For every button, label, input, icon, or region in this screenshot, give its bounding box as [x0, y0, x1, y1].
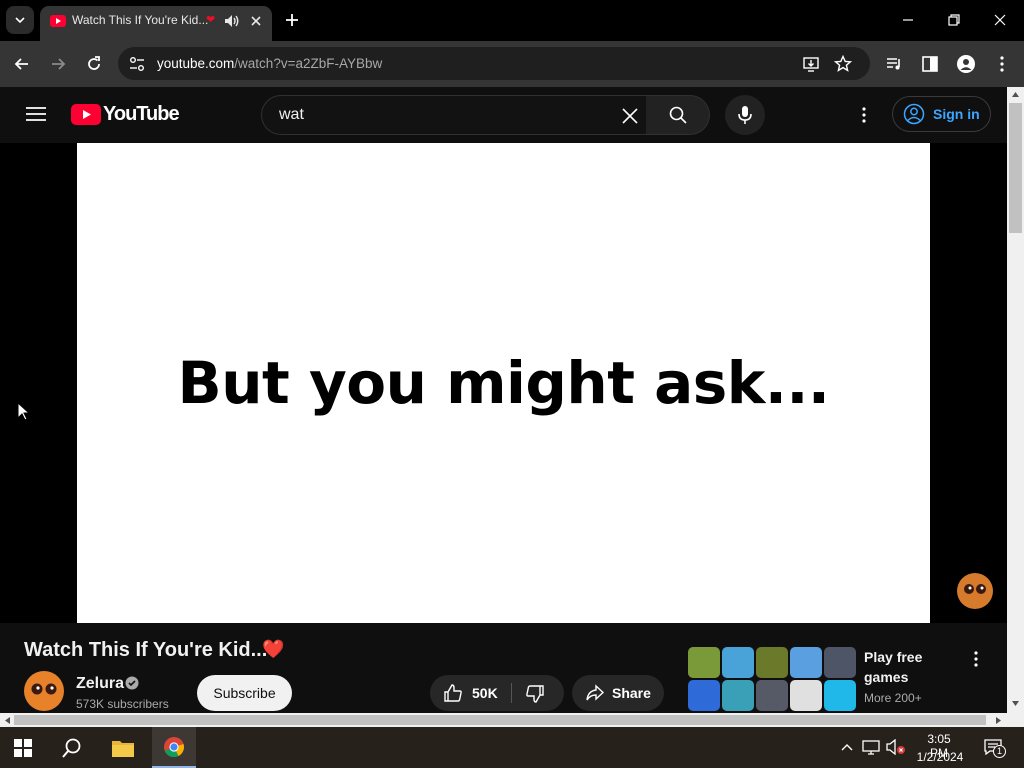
forward-arrow-icon[interactable]: [48, 54, 68, 74]
clear-search-icon[interactable]: [620, 106, 640, 126]
new-tab-plus-icon[interactable]: [282, 10, 302, 30]
url-text[interactable]: youtube.com/watch?v=a2ZbF-AYBbw: [157, 56, 382, 71]
games-promo-subtitle: More 200+: [864, 691, 922, 705]
url-host: youtube.com: [157, 56, 235, 71]
tab-strip: Watch This If You're Kid... ❤: [0, 0, 1024, 41]
windows-taskbar: 3:05 PM 1/2/2024 1: [0, 727, 1024, 768]
games-promo-thumbnails[interactable]: [688, 647, 856, 713]
game-tile-icon: [824, 647, 856, 678]
mouse-cursor-icon: [17, 402, 31, 421]
emoji-face-icon: [958, 574, 992, 608]
close-tab-icon[interactable]: [249, 14, 263, 28]
game-tile-icon: [688, 647, 720, 678]
file-explorer-icon[interactable]: [111, 738, 135, 758]
game-tile-icon: [722, 647, 754, 678]
close-window-icon[interactable]: [990, 10, 1010, 30]
subscribe-button[interactable]: Subscribe: [197, 675, 292, 711]
game-tile-icon: [790, 647, 822, 678]
games-promo-title[interactable]: Play free games: [864, 647, 944, 687]
install-app-icon[interactable]: [802, 55, 820, 73]
game-tile-icon: [722, 680, 754, 711]
volume-muted-icon[interactable]: [886, 739, 906, 755]
search-input-value[interactable]: wat: [279, 106, 304, 124]
search-button[interactable]: [646, 95, 710, 135]
hamburger-menu-icon[interactable]: [26, 105, 46, 123]
like-count[interactable]: 50K: [472, 685, 498, 701]
account-circle-icon: [903, 103, 925, 125]
chevron-down-icon: [15, 17, 25, 24]
site-settings-icon[interactable]: [128, 55, 146, 73]
video-frame-text: But you might ask...: [177, 349, 830, 417]
sign-in-label: Sign in: [933, 106, 980, 122]
vertical-scrollbar[interactable]: [1007, 87, 1024, 713]
chrome-taskbar-button[interactable]: [152, 727, 196, 768]
game-tile-icon: [790, 680, 822, 711]
thumbs-down-icon[interactable]: [525, 684, 545, 704]
chrome-icon: [164, 736, 184, 757]
youtube-page: YouTube wat Sign in But you might ask...…: [0, 87, 1007, 713]
channel-name[interactable]: Zelura: [76, 675, 124, 693]
media-controls-icon[interactable]: [884, 54, 904, 74]
game-tile-icon: [756, 680, 788, 711]
search-input[interactable]: wat: [261, 95, 647, 135]
settings-more-icon[interactable]: [854, 105, 874, 125]
profile-icon[interactable]: [956, 54, 976, 74]
microphone-icon: [738, 106, 752, 124]
tab-search-button[interactable]: [6, 6, 34, 34]
chrome-menu-icon[interactable]: [992, 54, 1012, 74]
search-icon: [669, 106, 687, 124]
verified-badge-icon: [125, 676, 139, 690]
subscriber-count: 573K subscribers: [76, 697, 169, 711]
channel-watermark-icon[interactable]: [957, 573, 993, 609]
restore-icon[interactable]: [944, 10, 964, 30]
side-panel-icon[interactable]: [920, 54, 940, 74]
scroll-left-icon[interactable]: [3, 716, 12, 725]
youtube-logo-text[interactable]: YouTube: [103, 103, 180, 126]
youtube-favicon-icon: [50, 15, 66, 27]
game-tile-icon: [824, 680, 856, 711]
sign-in-button[interactable]: Sign in: [892, 96, 991, 132]
youtube-logo-icon[interactable]: [71, 104, 101, 125]
thumbs-up-icon[interactable]: [443, 683, 463, 703]
vertical-scroll-thumb[interactable]: [1009, 103, 1022, 233]
notification-count-badge: 1: [993, 745, 1006, 758]
back-arrow-icon[interactable]: [12, 54, 32, 74]
audio-playing-icon[interactable]: [224, 14, 240, 28]
network-icon[interactable]: [862, 739, 880, 755]
scroll-right-icon[interactable]: [994, 716, 1003, 725]
tab-heart-emoji: ❤: [206, 14, 216, 26]
browser-toolbar: youtube.com/watch?v=a2ZbF-AYBbw: [0, 41, 1024, 87]
share-arrow-icon: [586, 684, 605, 701]
search-taskbar-icon[interactable]: [61, 737, 83, 759]
voice-search-button[interactable]: [725, 95, 765, 135]
game-tile-icon: [688, 680, 720, 711]
video-title: Watch This If You're Kid...: [24, 639, 268, 661]
avatar-face-icon: [25, 672, 63, 710]
tab-title: Watch This If You're Kid...: [72, 13, 209, 27]
notification-center-icon[interactable]: 1: [984, 739, 1006, 758]
video-player[interactable]: But you might ask...: [0, 143, 1007, 623]
show-hidden-icons-chevron-icon[interactable]: [840, 741, 854, 753]
video-frame[interactable]: But you might ask...: [77, 143, 930, 623]
share-button[interactable]: Share: [572, 675, 664, 711]
share-label: Share: [612, 685, 651, 701]
horizontal-scroll-thumb[interactable]: [14, 715, 986, 725]
horizontal-scrollbar[interactable]: [0, 713, 1024, 727]
browser-tab[interactable]: Watch This If You're Kid... ❤: [40, 6, 272, 41]
url-path: /watch?v=a2ZbF-AYBbw: [234, 56, 383, 71]
title-heart-emoji: ❤️: [262, 639, 285, 659]
scroll-up-icon[interactable]: [1011, 90, 1020, 99]
address-bar[interactable]: youtube.com/watch?v=a2ZbF-AYBbw: [118, 47, 870, 80]
channel-avatar[interactable]: [24, 671, 64, 711]
minimize-icon[interactable]: [898, 10, 918, 30]
promo-more-icon[interactable]: [968, 649, 984, 669]
game-tile-icon: [756, 647, 788, 678]
bookmark-star-icon[interactable]: [834, 55, 852, 73]
scroll-down-icon[interactable]: [1011, 699, 1020, 708]
like-divider: [511, 683, 512, 703]
like-dislike-bar: 50K: [430, 675, 564, 711]
windows-start-icon[interactable]: [14, 739, 32, 757]
clock-date[interactable]: 1/2/2024: [914, 750, 966, 764]
reload-icon[interactable]: [84, 54, 104, 74]
